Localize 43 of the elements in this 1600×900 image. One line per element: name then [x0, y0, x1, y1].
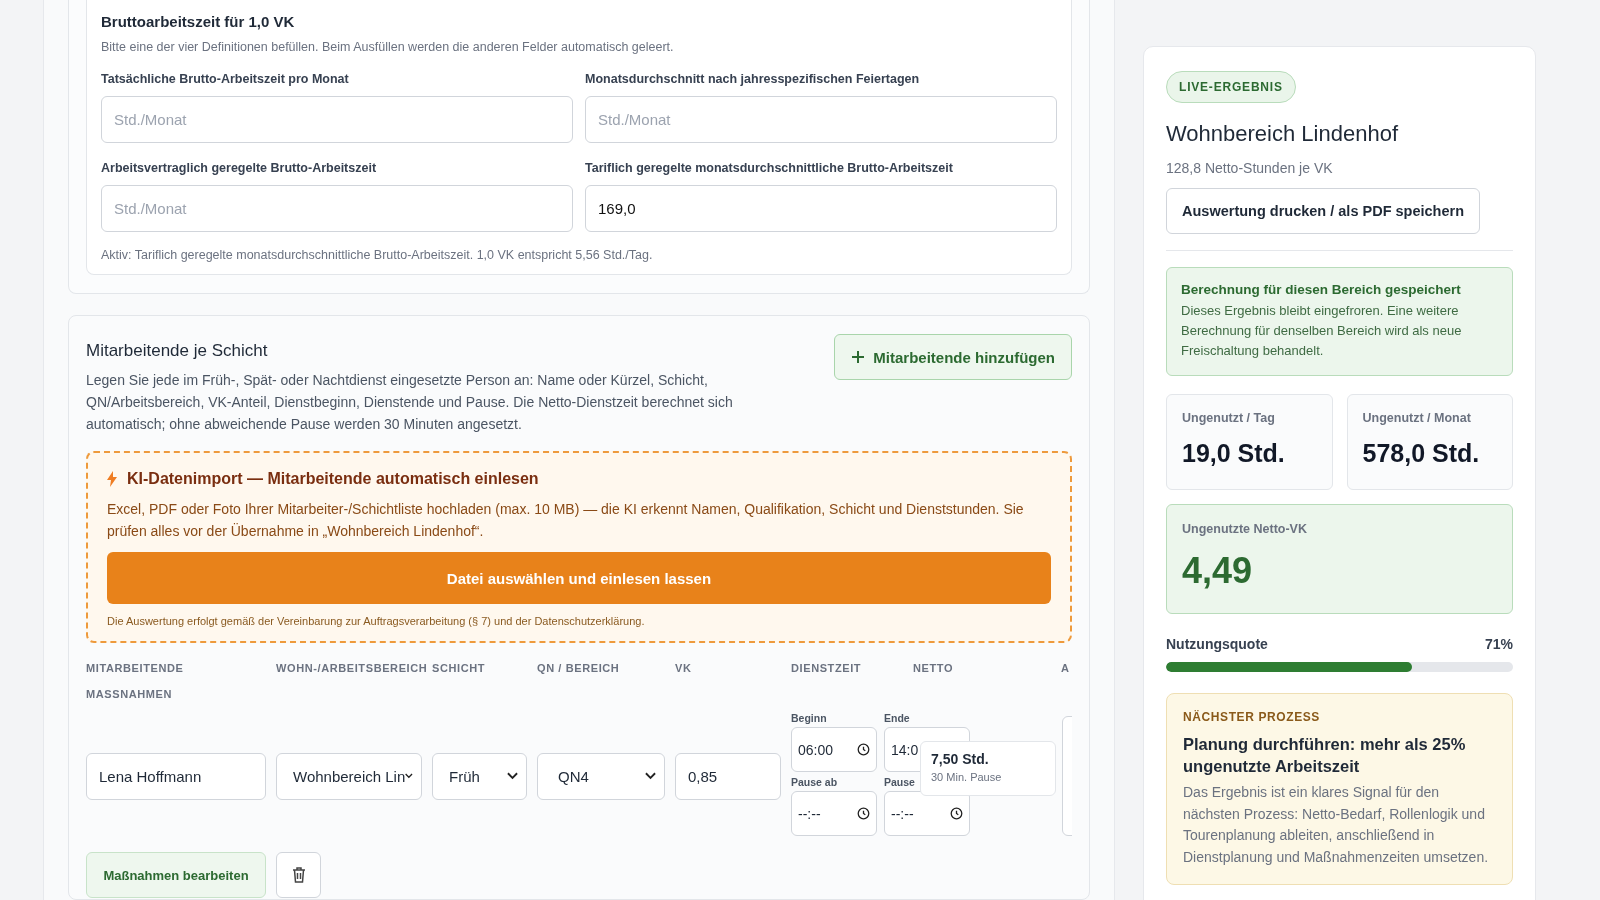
description-text: Legen Sie jede im Früh-, Spät- oder Nachtdienst eingesetzte Person an: Name oder Kürzel, Schicht, QN/Arbeitsbereich, VK-Anteil, Dienstbeginn, Dienstende und Pause. Die Netto-Dienstzeit berechnet sich automatisch; ohne abweichende Pause werden 30 Minuten angesetzt. [86, 371, 734, 434]
stat-label: Ungenutzt / Monat [1362, 411, 1472, 425]
import-text: Excel, PDF oder Foto Ihrer Mitarbeiter-/Schichtliste hochladen (max. 10 MB) — die KI erkennt Namen, Qualifikation, Schicht und Dienststunden. Sie prüfen alles vor der Übernahme in „Wohnbereich Lindenhof“. [107, 500, 1025, 541]
field-label: Beginn [791, 712, 827, 726]
import-title: KI-Datenimport — Mitarbeitende automatisch einlesen [127, 470, 539, 488]
field-label: Tariflich geregelte monatsdurchschnittliche Brutto-Arbeitszeit [585, 161, 954, 175]
result-title: Wohnbereich Lindenhof [1166, 121, 1399, 147]
stat-value: 578,0 Std. [1362, 439, 1481, 468]
privacy-note: Die Auswertung erfolgt gemäß der Vereinbarung zur Auftragsverarbeitung (§ 7) und der Datenschutzerklärung. [107, 615, 646, 627]
stat-value: 19,0 Std. [1182, 439, 1286, 468]
card-title: Planung durchführen: mehr als 25% ungenutzte Arbeitszeit [1183, 734, 1467, 777]
column-header: A [1061, 662, 1071, 674]
column-header: MASSNAHMEN [86, 688, 174, 700]
live-badge: LIVE-ERGEBNIS [1166, 71, 1296, 103]
column-header: QN / BEREICH [537, 662, 621, 674]
section-title: Bruttoarbeitszeit für 1,0 VK [101, 13, 296, 30]
field-label: Ende [884, 712, 910, 726]
active-note: Aktiv: Tariflich geregelte monatsdurchschnittliche Brutto-Arbeitszeit. 1,0 VK entspricht 5,56 Std./Tag. [101, 248, 654, 262]
hint-text: Bitte eine der vier Definitionen befüllen. Beim Ausfüllen werden die anderen Felder automatisch geleert. [101, 40, 675, 54]
card-kicker: NÄCHSTER PROZESS [1183, 710, 1321, 724]
card-text: Das Ergebnis ist ein klares Signal für den nächsten Prozess: Netto-Bedarf, Rollenlogik und Tourenplanung ableiten, anschließend in Dienstplanung und Maßnahmenzeiten umsetzen. [1183, 783, 1490, 867]
net-hours: 7,50 Std. [931, 751, 990, 767]
result-subtitle: 128,8 Netto-Stunden je VK [1166, 160, 1334, 176]
column-header: DIENSTZEIT [791, 662, 863, 674]
field-label: Pause ab [791, 776, 838, 790]
pause-note: 30 Min. Pause [931, 771, 1003, 783]
notice-title: Berechnung für diesen Bereich gespeichert [1181, 282, 1462, 297]
section-title: Mitarbeitende je Schicht [86, 341, 269, 361]
stat-label: Ungenutzte Netto-VK [1182, 522, 1308, 536]
usage-label: Nutzungsquote [1166, 636, 1268, 652]
stat-value: 4,49 [1182, 550, 1254, 592]
field-label: Pause [884, 776, 915, 790]
column-header: VK [675, 662, 693, 674]
notice-text: Dieses Ergebnis bleibt eingefroren. Eine weitere Berechnung für denselben Bereich wird als neue Freischaltung behandelt. [1181, 302, 1463, 360]
column-header: WOHN-/ARBEITSBEREICH [276, 662, 429, 674]
usage-reading: 71% [1484, 636, 1513, 652]
stat-label: Ungenutzt / Tag [1182, 411, 1276, 425]
column-header: SCHICHT [432, 662, 487, 674]
column-header: MITARBEITENDE [86, 662, 185, 674]
field-label: Arbeitsvertraglich geregelte Brutto-Arbeitszeit [101, 161, 378, 175]
column-header: NETTO [913, 662, 955, 674]
field-label: Monatsdurchschnitt nach jahresspezifischen Feiertagen [585, 72, 921, 86]
field-label: Tatsächliche Brutto-Arbeitszeit pro Monat [101, 72, 350, 86]
